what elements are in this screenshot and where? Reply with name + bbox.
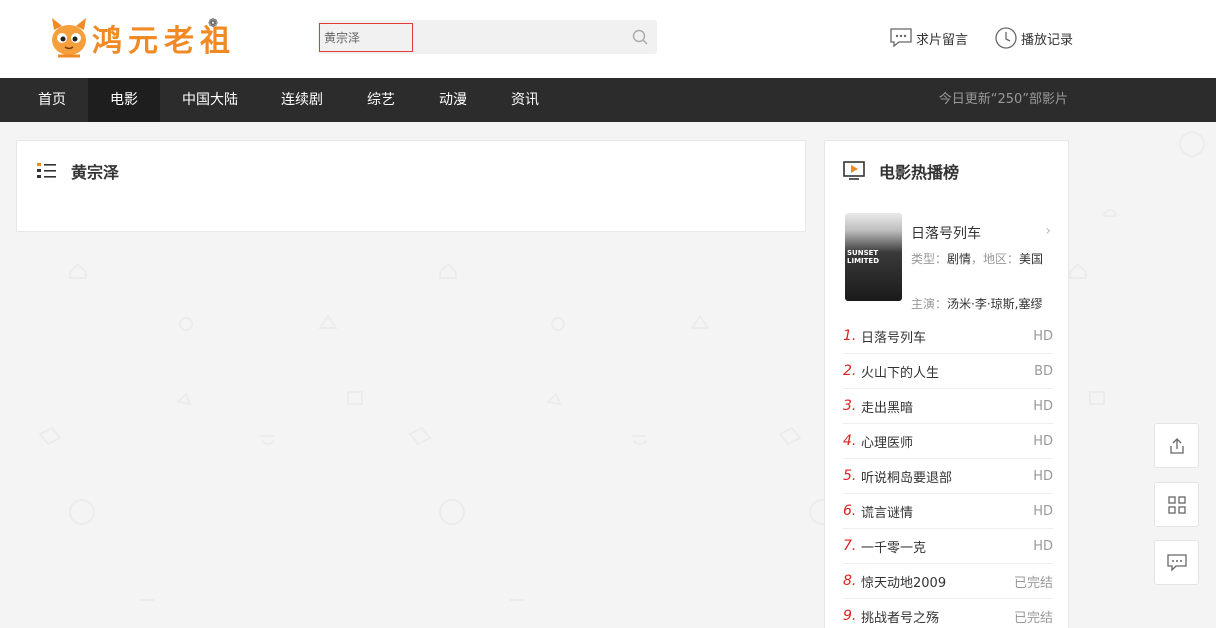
play-history-label: 播放记录	[1021, 32, 1074, 48]
poster-title: SUNSET LIMITED	[847, 249, 880, 265]
results-heading: 黄宗泽	[37, 159, 119, 183]
request-movie-label: 求片留言	[916, 32, 969, 48]
nav-item-mainland[interactable]: 中国大陆	[168, 78, 252, 122]
search-icon[interactable]	[631, 28, 649, 46]
clock-icon	[995, 27, 1017, 49]
ranking-list: 1. 日落号列车 HD 2. 火山下的人生 BD 3. 走出黑暗 HD 4. 心理医师 HD 5…	[843, 319, 1053, 628]
header-links: 求片留言 播放记录	[889, 26, 1099, 50]
qrcode-button[interactable]	[1154, 482, 1199, 527]
results-title: 黄宗泽	[71, 163, 120, 182]
qrcode-icon	[1167, 495, 1186, 514]
search-input[interactable]	[319, 23, 413, 52]
main-nav: 首页 电影 中国大陆 连续剧 综艺 动漫 资讯 今日更新“250”部影片	[0, 78, 1216, 122]
list-icon	[37, 163, 56, 178]
list-item[interactable]: 1. 日落号列车 HD	[843, 319, 1053, 354]
list-item[interactable]: 3. 走出黑暗 HD	[843, 389, 1053, 424]
feedback-button[interactable]	[1154, 540, 1199, 585]
list-item[interactable]: 9. 挑战者号之殇 已完结	[843, 599, 1053, 628]
list-item[interactable]: 2. 火山下的人生 BD	[843, 354, 1053, 389]
nav-item-variety[interactable]: 综艺	[352, 78, 410, 122]
featured-movie[interactable]: SUNSET LIMITED 日落号列车 › 类型：剧情，地区：美国 主演：汤米…	[845, 213, 1055, 311]
sidebar-heading: 电影热播榜	[843, 159, 959, 183]
list-item[interactable]: 6. 谎言谜情 HD	[843, 494, 1053, 529]
list-item[interactable]: 8. 惊天动地2009 已完结	[843, 564, 1053, 599]
play-history-link[interactable]: 播放记录	[994, 26, 1073, 50]
film-reel-icon: ❁	[208, 16, 219, 30]
play-screen-icon	[843, 161, 865, 180]
search-box	[318, 20, 657, 54]
nav-item-home[interactable]: 首页	[16, 78, 88, 122]
share-icon	[1169, 437, 1184, 454]
search-results-panel: 黄宗泽	[16, 140, 806, 232]
list-item[interactable]: 7. 一千零一克 HD	[843, 529, 1053, 564]
list-item[interactable]: 4. 心理医师 HD	[843, 424, 1053, 459]
featured-movie-cast: 主演：汤米·李·琼斯,塞缪	[911, 297, 1043, 311]
chevron-right-icon[interactable]: ›	[1045, 223, 1051, 239]
message-icon	[890, 28, 912, 48]
nav-item-movie[interactable]: 电影	[88, 78, 160, 122]
featured-movie-name[interactable]: 日落号列车	[911, 223, 981, 243]
nav-item-anime[interactable]: 动漫	[424, 78, 482, 122]
request-movie-link[interactable]: 求片留言	[889, 27, 968, 49]
site-header: 鸿元老祖 ❁ 求片留言 播放记录	[0, 0, 1216, 78]
sidebar-title: 电影热播榜	[879, 163, 960, 182]
nav-item-news[interactable]: 资讯	[496, 78, 554, 122]
list-item[interactable]: 5. 听说桐岛要退部 HD	[843, 459, 1053, 494]
cat-mascot-icon	[52, 18, 86, 58]
hot-movies-sidebar: 电影热播榜 SUNSET LIMITED 日落号列车 › 类型：剧情，地区：美国…	[824, 140, 1069, 628]
movie-poster[interactable]: SUNSET LIMITED	[845, 213, 902, 301]
site-logo[interactable]: 鸿元老祖 ❁	[48, 14, 236, 62]
nav-item-series[interactable]: 连续剧	[266, 78, 338, 122]
share-button[interactable]	[1154, 423, 1199, 468]
featured-movie-info: 类型：剧情，地区：美国	[911, 252, 1044, 266]
daily-update-text: 今日更新“250”部影片	[938, 92, 1068, 107]
feedback-icon	[1166, 553, 1187, 572]
